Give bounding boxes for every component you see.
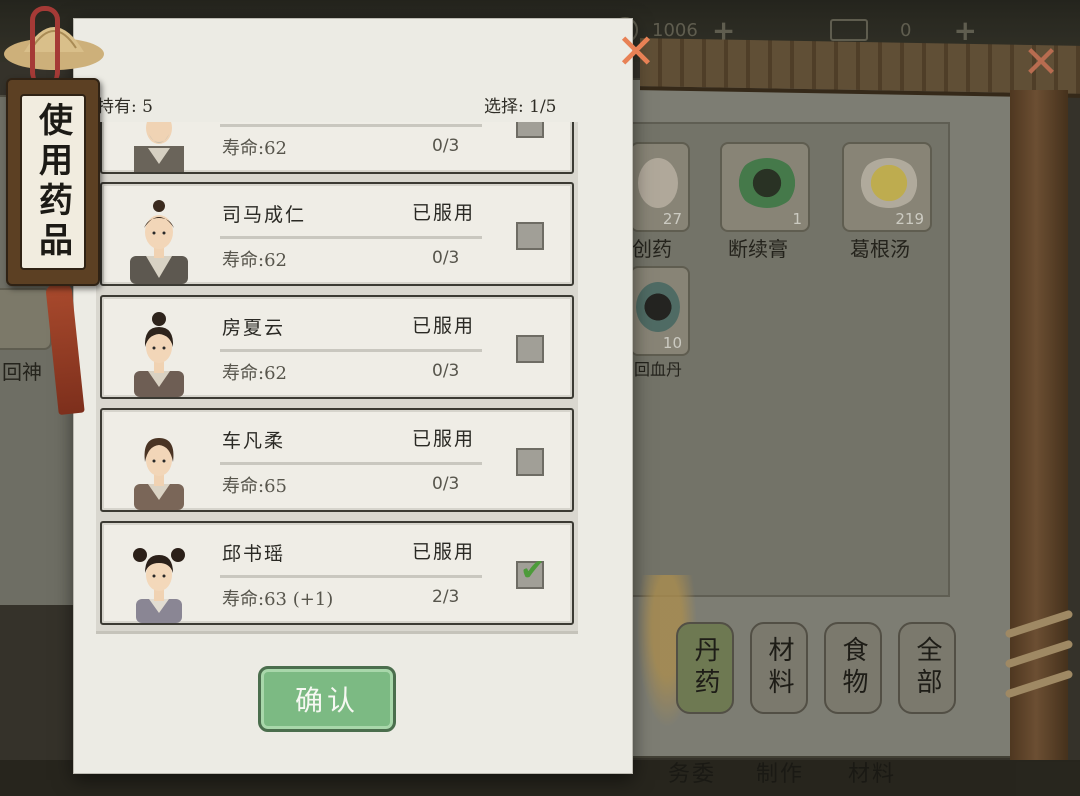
divider — [220, 462, 482, 465]
character-lifespan: 寿命:62 — [222, 363, 287, 384]
character-list[interactable]: 寿命:62 0/3 司马成仁 已服用 寿命:62 0/3 房夏云 已服用 寿命:… — [96, 122, 578, 634]
select-checkbox[interactable]: ✔ — [516, 553, 545, 589]
character-name: 车凡柔 — [222, 430, 286, 452]
select-checkbox[interactable] — [516, 335, 544, 363]
title-tag-inner: 使用药品 — [20, 94, 86, 270]
bun-woman-portrait — [134, 312, 184, 397]
character-doses: 0/3 — [432, 248, 460, 268]
character-name: 司马成仁 — [222, 204, 307, 226]
character-lifespan: 寿命:63 (+1) — [222, 589, 334, 610]
close-icon[interactable]: ✕ — [608, 24, 664, 80]
title-tag: 使用药品 — [6, 78, 100, 286]
select-checkbox[interactable] — [516, 122, 544, 138]
select-checkbox[interactable] — [516, 448, 544, 476]
selected-count: 选择: 1/5 — [484, 97, 557, 117]
hook-ribbon — [30, 6, 60, 86]
character-card[interactable]: 房夏云 已服用 寿命:62 0/3 — [100, 295, 574, 399]
character-doses: 2/3 — [432, 587, 460, 607]
character-lifespan: 寿命:65 — [222, 476, 287, 497]
character-status: 已服用 — [412, 541, 476, 563]
divider — [220, 349, 482, 352]
character-name: 房夏云 — [222, 317, 286, 339]
character-lifespan: 寿命:62 — [222, 250, 287, 271]
elder-man-portrait — [134, 122, 184, 172]
character-doses: 0/3 — [432, 474, 460, 494]
pigtail-girl-portrait — [133, 548, 185, 623]
character-status: 已服用 — [412, 202, 476, 224]
character-doses: 0/3 — [432, 361, 460, 381]
divider — [220, 575, 482, 578]
character-status: 已服用 — [412, 315, 476, 337]
divider — [220, 124, 482, 127]
character-status: 已服用 — [412, 428, 476, 450]
character-name: 邱书瑶 — [222, 543, 286, 565]
owned-count: 持有: 5 — [97, 97, 153, 117]
character-doses: 0/3 — [432, 136, 460, 156]
young-man-portrait — [130, 200, 188, 284]
character-card[interactable]: 邱书瑶 已服用 寿命:63 (+1) 2/3 ✔ — [100, 521, 574, 625]
divider — [220, 236, 482, 239]
confirm-button[interactable]: 确认 — [258, 666, 396, 732]
checkmark-icon: ✔ — [520, 553, 546, 588]
character-lifespan: 寿命:62 — [222, 138, 287, 159]
character-card[interactable]: 车凡柔 已服用 寿命:65 0/3 — [100, 408, 574, 512]
braid-woman-portrait — [134, 438, 184, 510]
character-card[interactable]: 寿命:62 0/3 — [100, 122, 574, 174]
select-checkbox[interactable] — [516, 222, 544, 250]
character-card[interactable]: 司马成仁 已服用 寿命:62 0/3 — [100, 182, 574, 286]
dialog-title: 使用药品 — [32, 102, 73, 262]
